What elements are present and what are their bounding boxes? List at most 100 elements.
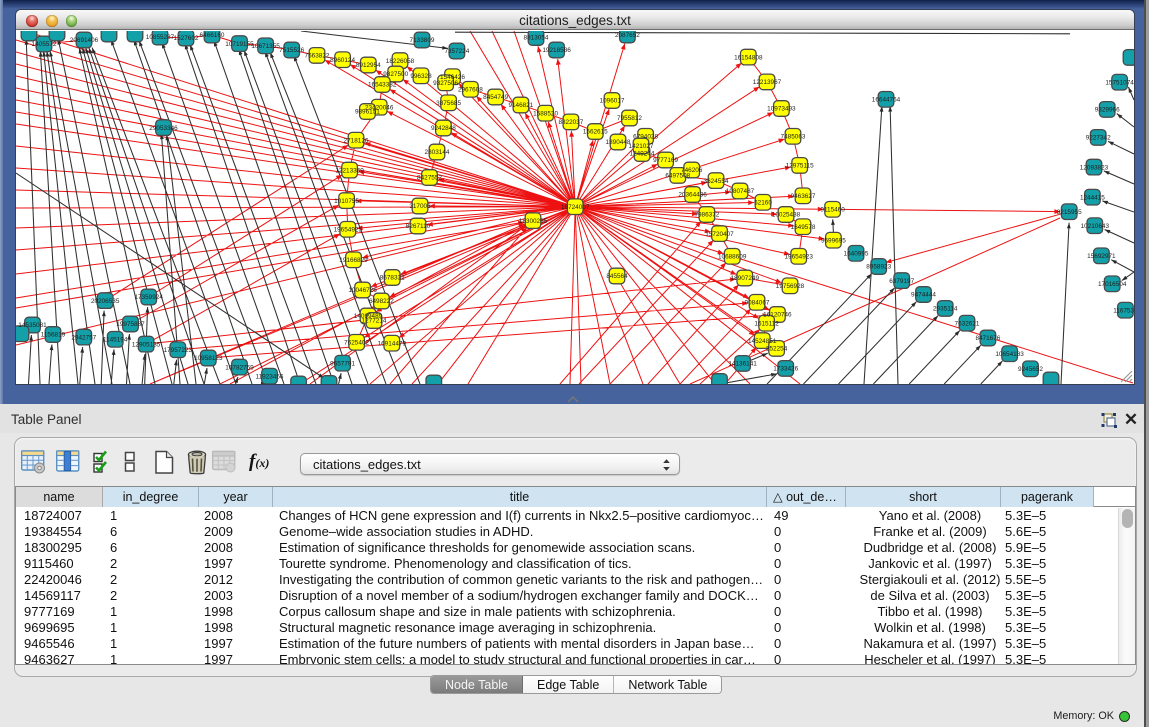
svg-text:14524851: 14524851 [748, 338, 777, 345]
svg-text:9699695: 9699695 [821, 237, 846, 244]
svg-text:16543382: 16543382 [368, 82, 397, 89]
svg-text:1527602: 1527602 [174, 35, 199, 42]
svg-text:18226058: 18226058 [386, 58, 415, 65]
svg-text:15692971: 15692971 [1087, 253, 1116, 260]
svg-text:9115460: 9115460 [820, 207, 845, 214]
svg-text:1615112: 1615112 [754, 320, 779, 327]
svg-text:8454749: 8454749 [483, 94, 508, 101]
svg-text:2942757: 2942757 [71, 334, 96, 341]
svg-text:8678332: 8678332 [380, 275, 405, 282]
svg-text:1562615: 1562615 [583, 129, 608, 136]
svg-text:10025438: 10025438 [772, 212, 801, 219]
svg-text:20691406: 20691406 [70, 37, 99, 44]
svg-text:12213369: 12213369 [335, 167, 364, 174]
svg-text:9896151: 9896151 [355, 109, 380, 116]
svg-text:8427552: 8427552 [417, 175, 442, 182]
svg-text:1010755: 1010755 [334, 198, 359, 205]
svg-text:1096017: 1096017 [600, 98, 625, 105]
svg-text:8813054: 8813054 [524, 35, 549, 42]
svg-text:10688609: 10688609 [718, 254, 747, 261]
svg-text:2935114: 2935114 [933, 306, 958, 313]
svg-text:7986372: 7986372 [694, 212, 719, 219]
svg-text:12093823: 12093823 [1080, 164, 1109, 171]
svg-text:6794028: 6794028 [633, 134, 658, 141]
svg-text:317006: 317006 [409, 203, 431, 210]
svg-text:6466160: 6466160 [200, 32, 225, 39]
svg-text:1640995: 1640995 [844, 251, 869, 258]
svg-text:15751074: 15751074 [1105, 79, 1134, 86]
svg-text:1405572: 1405572 [32, 41, 57, 48]
svg-text:19756928: 19756928 [776, 283, 805, 290]
svg-text:17957223: 17957223 [164, 347, 193, 354]
svg-text:8215955: 8215955 [1057, 209, 1082, 216]
svg-text:18300295: 18300295 [519, 218, 548, 225]
svg-text:7515526: 7515526 [279, 47, 304, 54]
svg-text:2803144: 2803144 [425, 149, 450, 156]
svg-text:18724007: 18724007 [561, 204, 590, 211]
svg-text:1167533: 1167533 [1113, 307, 1134, 314]
svg-text:16644764: 16644764 [872, 97, 901, 104]
svg-text:9242848: 9242848 [431, 125, 456, 132]
svg-text:17016504: 17016504 [1098, 281, 1127, 288]
svg-text:19218586: 19218586 [542, 47, 571, 54]
svg-text:15720407: 15720407 [705, 231, 734, 238]
svg-text:2967608: 2967608 [458, 87, 483, 94]
svg-text:16120746: 16120746 [763, 312, 792, 319]
svg-text:29053346: 29053346 [149, 125, 178, 132]
svg-text:1156819: 1156819 [41, 332, 66, 339]
svg-text:19166829: 19166829 [339, 257, 368, 264]
svg-text:10973493: 10973493 [767, 106, 796, 113]
svg-text:10654183: 10654183 [995, 351, 1024, 358]
svg-text:10671355: 10671355 [251, 43, 280, 50]
svg-text:996328: 996328 [410, 73, 432, 80]
svg-text:9084067: 9084067 [745, 300, 770, 307]
svg-text:8471676: 8471676 [975, 335, 1000, 342]
svg-text:8267110: 8267110 [406, 223, 431, 230]
svg-text:3624554: 3624554 [704, 178, 729, 185]
svg-text:9146821: 9146821 [508, 102, 533, 109]
svg-text:16782759: 16782759 [225, 364, 254, 371]
svg-text:7485063: 7485063 [781, 134, 806, 141]
svg-text:7632621: 7632621 [955, 320, 980, 327]
svg-text:7133809: 7133809 [410, 37, 435, 44]
svg-text:1649578: 1649578 [791, 224, 816, 231]
svg-text:1277214: 1277214 [362, 318, 387, 325]
svg-text:1421027: 1421027 [629, 143, 654, 150]
svg-text:2718126: 2718126 [344, 137, 369, 144]
svg-text:11923466: 11923466 [256, 373, 284, 380]
svg-text:19654923: 19654923 [784, 254, 813, 261]
svg-text:1890448: 1890448 [606, 139, 631, 146]
svg-text:9463627: 9463627 [791, 193, 816, 200]
svg-text:9827500: 9827500 [383, 71, 408, 78]
svg-text:1588520: 1588520 [533, 110, 558, 117]
svg-text:16154808: 16154808 [734, 54, 763, 61]
svg-text:6498222: 6498222 [369, 298, 394, 305]
svg-text:252254: 252254 [766, 346, 788, 353]
svg-text:62160: 62160 [754, 200, 772, 207]
svg-text:10807487: 10807487 [726, 188, 755, 195]
svg-text:14136141: 14136141 [728, 361, 757, 368]
svg-text:9657791: 9657791 [330, 360, 355, 367]
svg-text:8912954: 8912954 [356, 62, 381, 69]
svg-text:10210643: 10210643 [1081, 223, 1110, 230]
svg-text:6379197: 6379197 [889, 278, 914, 285]
svg-text:10046726: 10046726 [348, 287, 377, 294]
svg-text:20364436: 20364436 [678, 192, 707, 199]
svg-text:8958923: 8958923 [866, 264, 891, 271]
svg-text:9245652: 9245652 [1018, 366, 1043, 373]
svg-text:10958123: 10958123 [194, 355, 223, 362]
svg-text:7357224: 7357224 [444, 48, 469, 55]
svg-text:19654925: 19654925 [334, 227, 363, 234]
svg-text:14535081: 14535081 [18, 322, 47, 329]
svg-text:10855287: 10855287 [146, 34, 175, 41]
svg-text:12213967: 12213967 [753, 79, 782, 86]
svg-text:10719155: 10719155 [225, 41, 254, 48]
svg-text:7625402: 7625402 [344, 340, 369, 347]
svg-text:1145194: 1145194 [103, 337, 128, 344]
svg-text:20206535: 20206535 [91, 298, 120, 305]
svg-text:9327506: 9327506 [433, 80, 458, 87]
svg-text:9227342: 9227342 [1086, 135, 1111, 142]
svg-text:9329966: 9329966 [1095, 107, 1120, 114]
svg-text:845564: 845564 [606, 273, 628, 280]
svg-text:9474444: 9474444 [911, 292, 936, 299]
